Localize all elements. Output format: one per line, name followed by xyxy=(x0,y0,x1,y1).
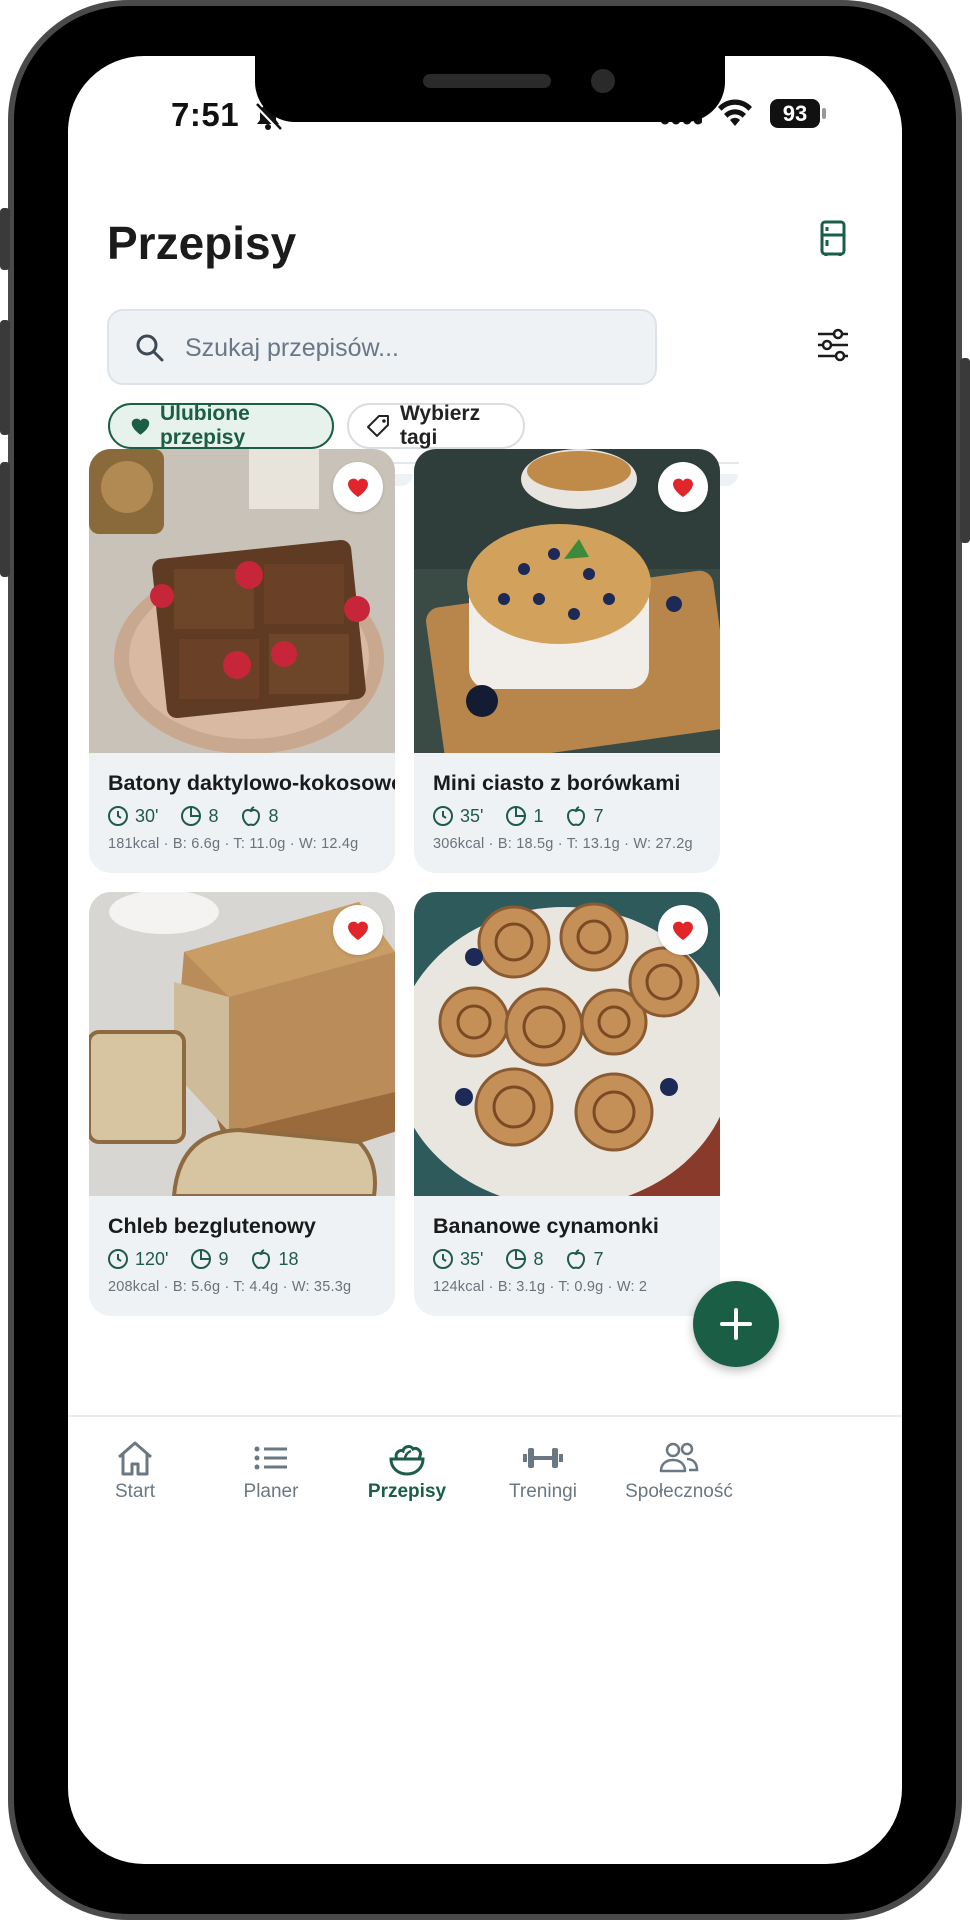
camera xyxy=(591,69,615,93)
battery-indicator: 93 xyxy=(770,99,820,128)
tags-chip-label: Wybierz tagi xyxy=(399,402,481,449)
recipe-ingredients: 18 xyxy=(278,1248,299,1269)
recipe-card[interactable]: Batony daktylowo-kokosowe 30' 8 8 181kca… xyxy=(89,449,395,873)
favorite-button[interactable] xyxy=(333,462,383,512)
favorites-chip[interactable]: Ulubione przepisy xyxy=(108,402,334,449)
list-icon xyxy=(254,1446,287,1470)
recipe-portions: 1 xyxy=(533,805,544,826)
clock-icon xyxy=(433,806,453,826)
tab-spolecznosc[interactable]: Społeczność xyxy=(609,1439,749,1503)
speaker xyxy=(423,74,551,88)
home-icon xyxy=(118,1441,152,1476)
recipe-meta: 30' 8 8 xyxy=(107,805,301,827)
apple-icon xyxy=(252,1249,271,1270)
filter-button[interactable] xyxy=(816,328,850,367)
apple-icon xyxy=(567,806,586,827)
heart-icon xyxy=(348,921,368,940)
pie-portions-icon xyxy=(506,1249,527,1269)
recipe-nutrition: 306kcal · B: 18.5g · T: 13.1g · W: 27.2g xyxy=(433,836,693,852)
recipe-card[interactable]: Chleb bezglutenowy 120' 9 18 208kcal · B… xyxy=(89,892,395,1316)
pie-portions-icon xyxy=(181,806,202,826)
tab-label: Społeczność xyxy=(625,1481,733,1502)
add-recipe-button[interactable] xyxy=(693,1281,779,1367)
bottom-tab-bar: Start Planer Przepisy Treningi Społeczno… xyxy=(68,1415,902,1537)
recipe-card[interactable]: Mini ciasto z borówkami 35' 1 7 306kcal … xyxy=(414,449,720,873)
search-input[interactable] xyxy=(183,327,637,369)
volume-up-button xyxy=(0,320,10,435)
recipe-time: 35' xyxy=(460,805,484,826)
tab-treningi[interactable]: Treningi xyxy=(473,1439,613,1503)
silent-switch xyxy=(0,208,10,270)
recipe-ingredients: 7 xyxy=(593,805,604,826)
favorites-chip-label: Ulubione przepisy xyxy=(159,402,250,449)
fridge-button[interactable] xyxy=(813,216,853,260)
recipe-meta: 35' 1 7 xyxy=(432,805,626,827)
recipe-card[interactable]: Bananowe cynamonki 35' 8 7 124kcal · B: … xyxy=(414,892,720,1316)
heart-icon xyxy=(673,921,693,940)
recipe-time: 120' xyxy=(135,1248,169,1269)
power-button xyxy=(960,358,970,543)
battery-tip xyxy=(822,108,826,119)
tab-start[interactable]: Start xyxy=(68,1439,205,1503)
fridge-icon xyxy=(820,220,846,256)
salad-bowl-icon xyxy=(389,1445,425,1476)
tab-label: Przepisy xyxy=(367,1481,447,1502)
tag-icon xyxy=(367,415,389,437)
recipe-portions: 8 xyxy=(208,805,219,826)
search-icon xyxy=(135,333,165,368)
apple-icon xyxy=(567,1249,586,1270)
volume-down-button xyxy=(0,462,10,577)
heart-icon xyxy=(673,478,693,497)
recipe-time: 30' xyxy=(135,805,159,826)
clock-icon xyxy=(433,1249,453,1269)
plus-icon xyxy=(720,1308,752,1340)
tab-label: Start xyxy=(114,1481,156,1502)
pie-portions-icon xyxy=(191,1249,212,1269)
people-icon xyxy=(659,1442,699,1473)
sliders-icon xyxy=(818,328,848,362)
recipe-meta: 35' 8 7 xyxy=(432,1248,626,1270)
search-bar[interactable] xyxy=(107,309,657,385)
wifi-icon xyxy=(716,98,754,133)
dumbbell-icon xyxy=(523,1448,563,1468)
recipe-ingredients: 8 xyxy=(268,805,279,826)
page-title: Przepisy xyxy=(107,217,297,269)
recipe-ingredients: 7 xyxy=(593,1248,604,1269)
apple-icon xyxy=(242,806,261,827)
tab-label: Treningi xyxy=(509,1481,577,1502)
recipe-portions: 9 xyxy=(218,1248,229,1269)
recipe-nutrition: 124kcal · B: 3.1g · T: 0.9g · W: 2 xyxy=(433,1279,648,1295)
recipe-name: Bananowe cynamonki xyxy=(433,1214,659,1238)
heart-icon xyxy=(131,418,150,435)
favorite-button[interactable] xyxy=(658,905,708,955)
tags-chip[interactable]: Wybierz tagi xyxy=(347,402,525,449)
recipe-portions: 8 xyxy=(533,1248,544,1269)
favorite-button[interactable] xyxy=(658,462,708,512)
status-time: 7:51 xyxy=(171,96,240,133)
tab-przepisy[interactable]: Przepisy xyxy=(337,1439,477,1503)
recipe-meta: 120' 9 18 xyxy=(107,1248,321,1270)
recipe-name: Chleb bezglutenowy xyxy=(108,1214,316,1238)
phone-frame: 7:51 93 Przepisy Szukaj przepisów... Ulu… xyxy=(0,0,970,1920)
heart-icon xyxy=(348,478,368,497)
clock-icon xyxy=(108,1249,128,1269)
clock-icon xyxy=(108,806,128,826)
recipe-name: Mini ciasto z borówkami xyxy=(433,771,681,795)
recipe-nutrition: 181kcal · B: 6.6g · T: 11.0g · W: 12.4g xyxy=(108,836,359,852)
app-screen: 7:51 93 Przepisy Szukaj przepisów... Ulu… xyxy=(68,56,902,1864)
recipe-name: Batony daktylowo-kokosowe xyxy=(108,771,395,795)
pie-portions-icon xyxy=(506,806,527,826)
favorite-button[interactable] xyxy=(333,905,383,955)
notch xyxy=(255,56,725,122)
recipe-nutrition: 208kcal · B: 5.6g · T: 4.4g · W: 35.3g xyxy=(108,1279,352,1295)
tab-label: Planer xyxy=(243,1481,299,1502)
recipe-time: 35' xyxy=(460,1248,484,1269)
tab-planer[interactable]: Planer xyxy=(201,1439,341,1503)
